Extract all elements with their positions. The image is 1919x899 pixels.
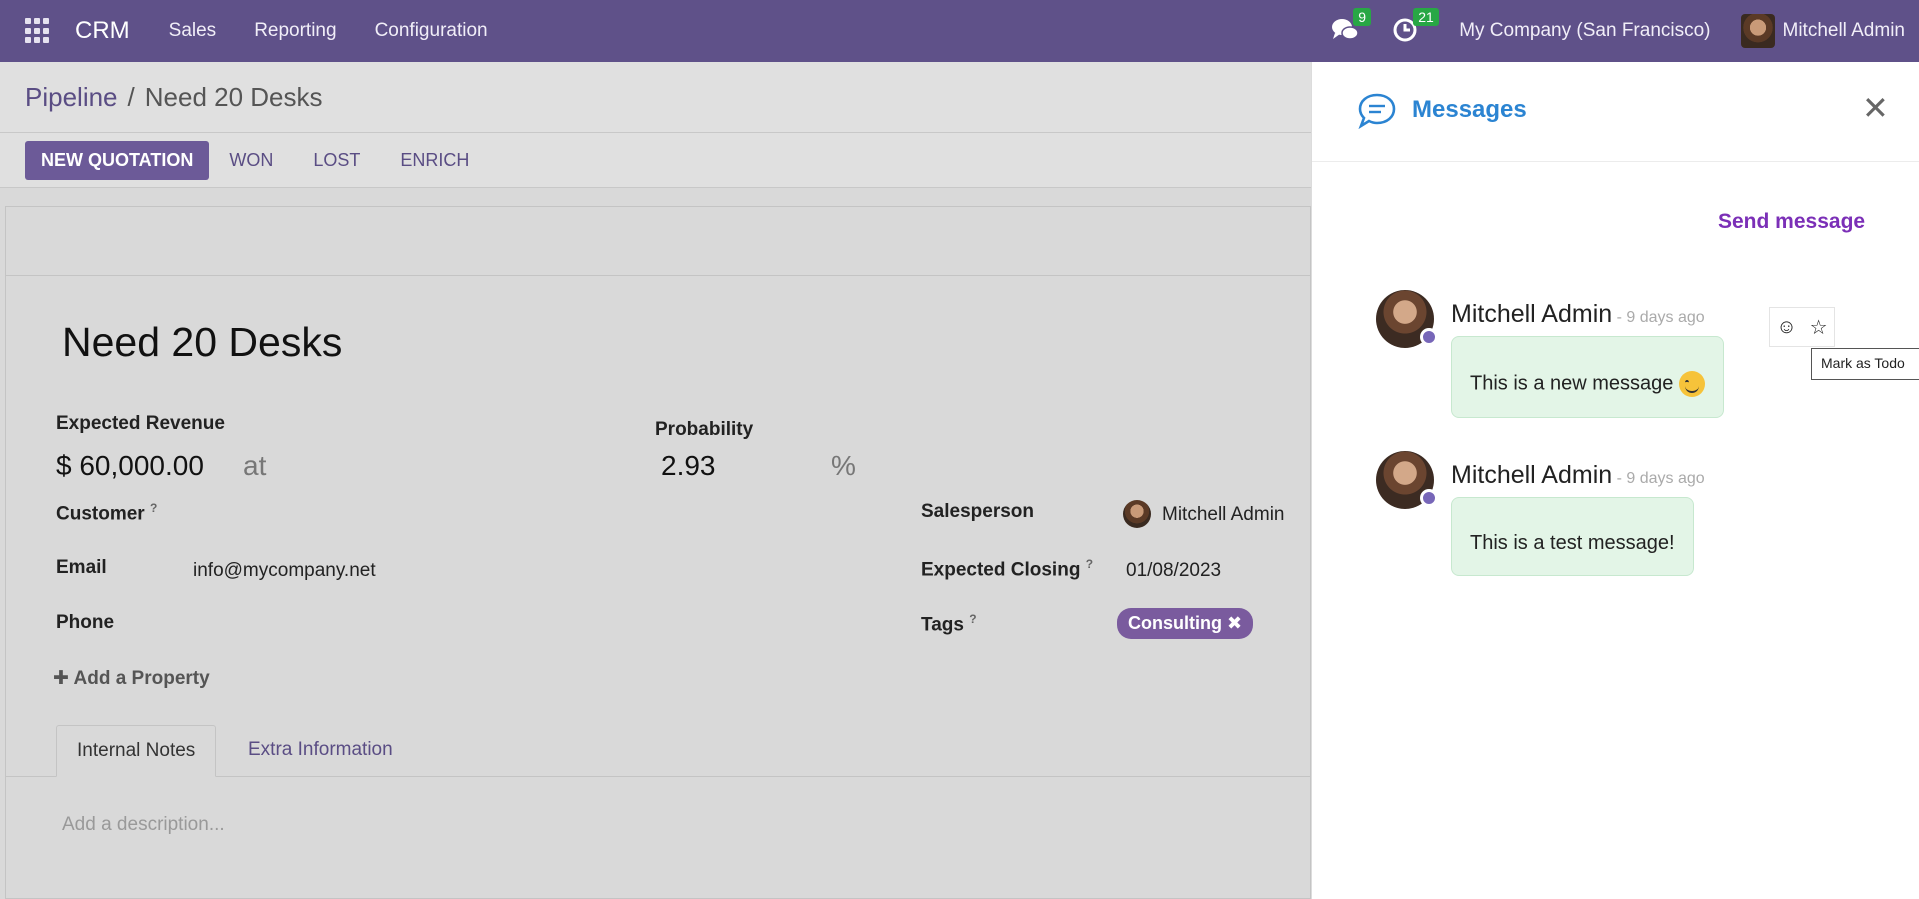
- revenue-at-label: at: [243, 450, 267, 481]
- message-bubble: This is a new message: [1451, 336, 1725, 418]
- menu-reporting[interactable]: Reporting: [235, 20, 355, 42]
- navbar-systray: 9 21 My Company (San Francisco) Mitchell…: [1331, 0, 1919, 62]
- description-field[interactable]: Add a description...: [62, 814, 225, 836]
- user-menu[interactable]: Mitchell Admin: [1740, 14, 1906, 48]
- notebook-tabs: Internal Notes Extra Information: [6, 725, 1312, 777]
- probability-label: Probability: [655, 419, 754, 440]
- app-brand[interactable]: CRM: [75, 17, 130, 45]
- messages-header: Messages ✕: [1312, 62, 1919, 162]
- user-avatar: [1740, 14, 1775, 48]
- customer-label: Customer ?: [56, 501, 157, 525]
- user-name: Mitchell Admin: [1782, 20, 1906, 41]
- tags-label-text: Tags: [921, 614, 964, 636]
- top-navbar: CRM Sales Reporting Configuration 9 21 M…: [0, 0, 1919, 62]
- message-author: Mitchell Admin - 9 days ago: [1451, 461, 1705, 490]
- message-body: This is a new message: [1470, 372, 1674, 395]
- mark-as-todo-tooltip: Mark as Todo: [1811, 348, 1919, 380]
- customer-label-text: Customer: [56, 503, 145, 525]
- salesperson-label: Salesperson: [921, 501, 1034, 522]
- menu-configuration[interactable]: Configuration: [356, 20, 507, 42]
- breadcrumb: Pipeline / Need 20 Desks: [25, 82, 323, 113]
- chat-icon: [1358, 93, 1396, 130]
- main-menu: Sales Reporting Configuration: [150, 20, 507, 42]
- form-statusbar: [6, 207, 1310, 276]
- email-label: Email: [56, 557, 107, 578]
- breadcrumb-current: Need 20 Desks: [144, 82, 323, 112]
- message-bubble: This is a test message!: [1451, 497, 1694, 576]
- author-name[interactable]: Mitchell Admin: [1451, 300, 1612, 328]
- add-property-label: Add a Property: [73, 668, 210, 689]
- breadcrumb-separator: /: [127, 82, 135, 112]
- messages-title: Messages: [1412, 96, 1527, 123]
- message-date: - 9 days ago: [1612, 470, 1705, 487]
- customer-help-icon[interactable]: ?: [150, 501, 157, 515]
- send-message-button[interactable]: Send message: [1718, 210, 1865, 234]
- lead-title[interactable]: Need 20 Desks: [62, 319, 342, 366]
- add-reaction-icon[interactable]: ☺: [1776, 316, 1796, 339]
- expected-closing-label-text: Expected Closing: [921, 559, 1081, 581]
- activities-count-badge: 21: [1413, 8, 1439, 26]
- close-icon[interactable]: ✕: [1862, 92, 1889, 124]
- presence-indicator: [1420, 489, 1438, 507]
- message-date: - 9 days ago: [1612, 309, 1705, 326]
- salesperson-avatar: [1123, 500, 1151, 528]
- tag-remove-icon[interactable]: ✖: [1227, 613, 1242, 633]
- tags-help-icon[interactable]: ?: [969, 612, 976, 626]
- company-switcher[interactable]: My Company (San Francisco): [1459, 20, 1710, 42]
- menu-sales[interactable]: Sales: [150, 20, 236, 42]
- email-value[interactable]: info@mycompany.net: [193, 560, 376, 582]
- message-author: Mitchell Admin - 9 days ago: [1451, 300, 1705, 329]
- expected-closing-label: Expected Closing ?: [921, 557, 1093, 581]
- control-panel: Pipeline / Need 20 Desks NEW QUOTATION W…: [0, 62, 1311, 188]
- status-actions-bar: NEW QUOTATION WON LOST ENRICH: [0, 132, 1311, 188]
- wink-emoji-icon: [1679, 371, 1706, 397]
- probability-value[interactable]: 2.93: [661, 450, 716, 482]
- author-name[interactable]: Mitchell Admin: [1451, 461, 1612, 489]
- form-sheet: Need 20 Desks Expected Revenue $ 60,000.…: [5, 206, 1312, 899]
- message-body: This is a test message!: [1470, 532, 1675, 554]
- plus-icon: ✚: [53, 668, 69, 689]
- tag-consulting[interactable]: Consulting ✖: [1117, 608, 1254, 639]
- breadcrumb-pipeline[interactable]: Pipeline: [25, 82, 118, 113]
- closing-help-icon[interactable]: ?: [1086, 557, 1093, 571]
- expected-closing-value[interactable]: 01/08/2023: [1126, 560, 1221, 582]
- tags-label: Tags ?: [921, 612, 977, 636]
- star-icon[interactable]: ☆: [1810, 315, 1828, 340]
- lost-button[interactable]: LOST: [293, 141, 380, 180]
- expected-revenue-label: Expected Revenue: [56, 413, 225, 434]
- expected-revenue-value[interactable]: $ 60,000.00: [56, 450, 204, 482]
- message-actions: ☺ ☆: [1769, 307, 1835, 347]
- tab-internal-notes[interactable]: Internal Notes: [56, 725, 217, 777]
- new-quotation-button[interactable]: NEW QUOTATION: [25, 141, 210, 180]
- won-button[interactable]: WON: [209, 141, 293, 180]
- messaging-menu[interactable]: 9: [1331, 8, 1371, 46]
- tag-label: Consulting: [1128, 613, 1222, 633]
- presence-indicator: [1420, 328, 1438, 346]
- salesperson-value[interactable]: Mitchell Admin: [1162, 504, 1285, 526]
- messages-panel: Messages ✕ Send message Mitchell Admin -…: [1311, 62, 1919, 899]
- enrich-button[interactable]: ENRICH: [380, 141, 489, 180]
- apps-menu-icon[interactable]: [25, 18, 51, 44]
- add-property-button[interactable]: ✚ Add a Property: [53, 667, 210, 690]
- percent-sign: %: [831, 450, 856, 481]
- phone-label: Phone: [56, 612, 115, 633]
- tab-extra-information[interactable]: Extra Information: [228, 725, 413, 777]
- activity-menu[interactable]: 21: [1391, 8, 1439, 46]
- messages-count-badge: 9: [1353, 8, 1371, 26]
